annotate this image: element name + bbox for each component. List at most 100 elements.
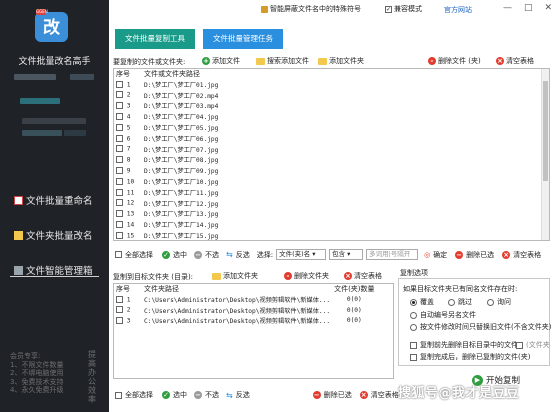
select-all-checkbox[interactable]: [115, 391, 122, 399]
row-checkbox[interactable]: [116, 231, 123, 239]
row-checkbox[interactable]: [116, 199, 123, 207]
add-file-button[interactable]: + 添加文件: [202, 56, 240, 66]
radio-ask[interactable]: 询问: [487, 297, 511, 307]
radio-auto-number[interactable]: 自动编号另名文件: [410, 310, 476, 320]
table-row[interactable]: 13 D:\梦工厂\梦工厂13.jpg: [114, 209, 220, 220]
checkbox[interactable]: [516, 341, 523, 349]
table-row[interactable]: 2 D:\梦工厂\梦工厂02.mp4: [114, 90, 220, 101]
table-row[interactable]: 9 D:\梦工厂\梦工厂09.jpg: [114, 165, 220, 176]
delete-after-checkbox[interactable]: 复制完成后，删除已复制的文件(夹): [410, 352, 530, 362]
table-row[interactable]: 3 C:\Users\Administrator\Desktop\视频剪辑软件\新…: [114, 316, 377, 327]
table-row[interactable]: 15 D:\梦工厂\梦工厂15.jpg: [114, 230, 220, 240]
row-checkbox[interactable]: [116, 156, 123, 164]
row-checkbox[interactable]: [116, 123, 123, 131]
row-checkbox[interactable]: [116, 317, 123, 325]
maximize-icon[interactable]: □: [524, 3, 533, 13]
radio-overwrite[interactable]: 覆盖: [410, 297, 434, 307]
uncheck-button[interactable]: 不选: [205, 390, 219, 400]
tab-manage-task[interactable]: 文件批量管理任务: [203, 29, 283, 49]
table-row[interactable]: 5 D:\梦工厂\梦工厂05.jpg: [114, 122, 220, 133]
clear-table-button-bottom[interactable]: 清空表格: [371, 390, 399, 400]
radio-button[interactable]: [487, 298, 494, 306]
close-icon[interactable]: ✕: [545, 3, 553, 13]
row-checkbox[interactable]: [116, 113, 123, 121]
row-checkbox[interactable]: [116, 80, 123, 88]
clear-target-table-button[interactable]: × 清空表格: [344, 271, 382, 281]
uncheck-icon[interactable]: −: [194, 250, 202, 259]
table-row[interactable]: 12 D:\梦工厂\梦工厂12.jpg: [114, 198, 220, 209]
delete-checked-icon[interactable]: −: [312, 391, 321, 399]
confirm-icon[interactable]: ◎: [424, 251, 430, 259]
clear-icon[interactable]: ×: [359, 391, 368, 399]
row-checkbox[interactable]: [116, 145, 123, 153]
row-checkbox[interactable]: [116, 91, 123, 99]
folder-option-checkbox[interactable]: (文件夹: [516, 340, 550, 350]
radio-button[interactable]: [410, 311, 417, 319]
table-row[interactable]: 14 D:\梦工厂\梦工厂14.jpg: [114, 219, 220, 230]
radio-button[interactable]: [410, 298, 417, 306]
table-row[interactable]: 2 C:\Users\Administrator\Desktop\视频剪辑软件\新…: [114, 305, 377, 316]
add-target-folder-button[interactable]: 添加文件夹: [212, 271, 258, 281]
search-add-file-button[interactable]: 搜索添加文件: [256, 56, 309, 66]
smart-filter-option[interactable]: 智能屏蔽文件名中的特殊符号: [261, 4, 361, 14]
check-icon[interactable]: ✓: [162, 391, 170, 399]
row-checkbox[interactable]: [116, 295, 123, 303]
delete-checked-button[interactable]: 删除已选: [466, 250, 494, 260]
delete-file-button[interactable]: - 删除文件 (夹): [428, 56, 481, 66]
radio-button[interactable]: [448, 298, 455, 306]
table-row[interactable]: 10 D:\梦工厂\梦工厂10.jpg: [114, 176, 220, 187]
confirm-button[interactable]: 确定: [433, 250, 447, 260]
sidebar-item-rename[interactable]: 文件批量重命名: [14, 193, 93, 207]
clear-table-button-bottom[interactable]: 清空表格: [513, 250, 541, 260]
filter-field-select[interactable]: 文件(夹)名 ▾: [276, 249, 327, 260]
row-checkbox[interactable]: [116, 134, 123, 142]
clear-icon[interactable]: ×: [502, 250, 511, 259]
sidebar-item-smart-box[interactable]: 文件智能管理箱: [14, 263, 93, 277]
check-button[interactable]: 选中: [173, 250, 187, 260]
compat-mode-checkbox[interactable]: ✓ 兼容模式: [385, 4, 422, 14]
row-checkbox[interactable]: [116, 306, 123, 314]
table-row[interactable]: 1 D:\梦工厂\梦工厂01.jpg: [114, 79, 220, 90]
radio-by-time[interactable]: 按文件修改时间只替换旧文件(不含文件夹): [410, 322, 551, 332]
table-row[interactable]: 6 D:\梦工厂\梦工厂06.jpg: [114, 133, 220, 144]
checkbox[interactable]: [410, 353, 417, 361]
row-checkbox[interactable]: [116, 102, 123, 110]
row-checkbox[interactable]: [116, 177, 123, 185]
check-button[interactable]: 选中: [173, 390, 187, 400]
add-folder-button[interactable]: 添加文件夹: [318, 56, 364, 66]
filter-op-select[interactable]: 包含 ▾: [329, 249, 364, 260]
table-row[interactable]: 8 D:\梦工厂\梦工厂08.jpg: [114, 155, 220, 166]
scrollbar[interactable]: [541, 69, 549, 240]
minimize-icon[interactable]: —: [503, 3, 512, 13]
delete-checked-button[interactable]: 删除已选: [324, 390, 352, 400]
row-checkbox[interactable]: [116, 188, 123, 196]
checkbox[interactable]: ✓: [385, 5, 392, 13]
sidebar-item-folder-rename[interactable]: 文件夹批量改名: [14, 228, 93, 242]
clear-table-button[interactable]: × 清空表格: [496, 56, 534, 66]
table-row[interactable]: 3 D:\梦工厂\梦工厂03.mp4: [114, 101, 220, 112]
delete-checked-icon[interactable]: −: [455, 250, 464, 259]
row-checkbox[interactable]: [116, 221, 123, 228]
uncheck-icon[interactable]: −: [194, 391, 202, 399]
official-site-link[interactable]: 官方网站: [444, 5, 472, 15]
table-row[interactable]: 7 D:\梦工厂\梦工厂07.jpg: [114, 144, 220, 155]
invert-icon[interactable]: ⇆: [226, 391, 233, 400]
checkbox[interactable]: [410, 341, 417, 349]
delete-target-folder-button[interactable]: - 删除文件夹: [284, 271, 329, 281]
uncheck-button[interactable]: 不选: [205, 250, 219, 260]
tab-copy-tool[interactable]: 文件批量复制工具: [115, 29, 195, 49]
delete-before-checkbox[interactable]: 复制前先删除目标目录中的文件: [410, 340, 518, 350]
check-icon[interactable]: ✓: [162, 250, 170, 259]
table-row[interactable]: 11 D:\梦工厂\梦工厂11.jpg: [114, 187, 220, 198]
invert-button[interactable]: 反选: [236, 390, 250, 400]
row-checkbox[interactable]: [116, 210, 123, 218]
scrollbar-thumb[interactable]: [543, 81, 548, 181]
invert-button[interactable]: 反选: [236, 250, 250, 260]
filter-keyword-input[interactable]: 多词用|号隔开: [366, 249, 419, 260]
table-row[interactable]: 1 C:\Users\Administrator\Desktop\视频剪辑软件\新…: [114, 294, 377, 305]
invert-icon[interactable]: ⇆: [226, 250, 233, 259]
radio-skip[interactable]: 跳过: [448, 297, 472, 307]
table-row[interactable]: 4 D:\梦工厂\梦工厂04.jpg: [114, 111, 220, 122]
select-all-checkbox[interactable]: [115, 251, 122, 258]
row-checkbox[interactable]: [116, 167, 123, 175]
